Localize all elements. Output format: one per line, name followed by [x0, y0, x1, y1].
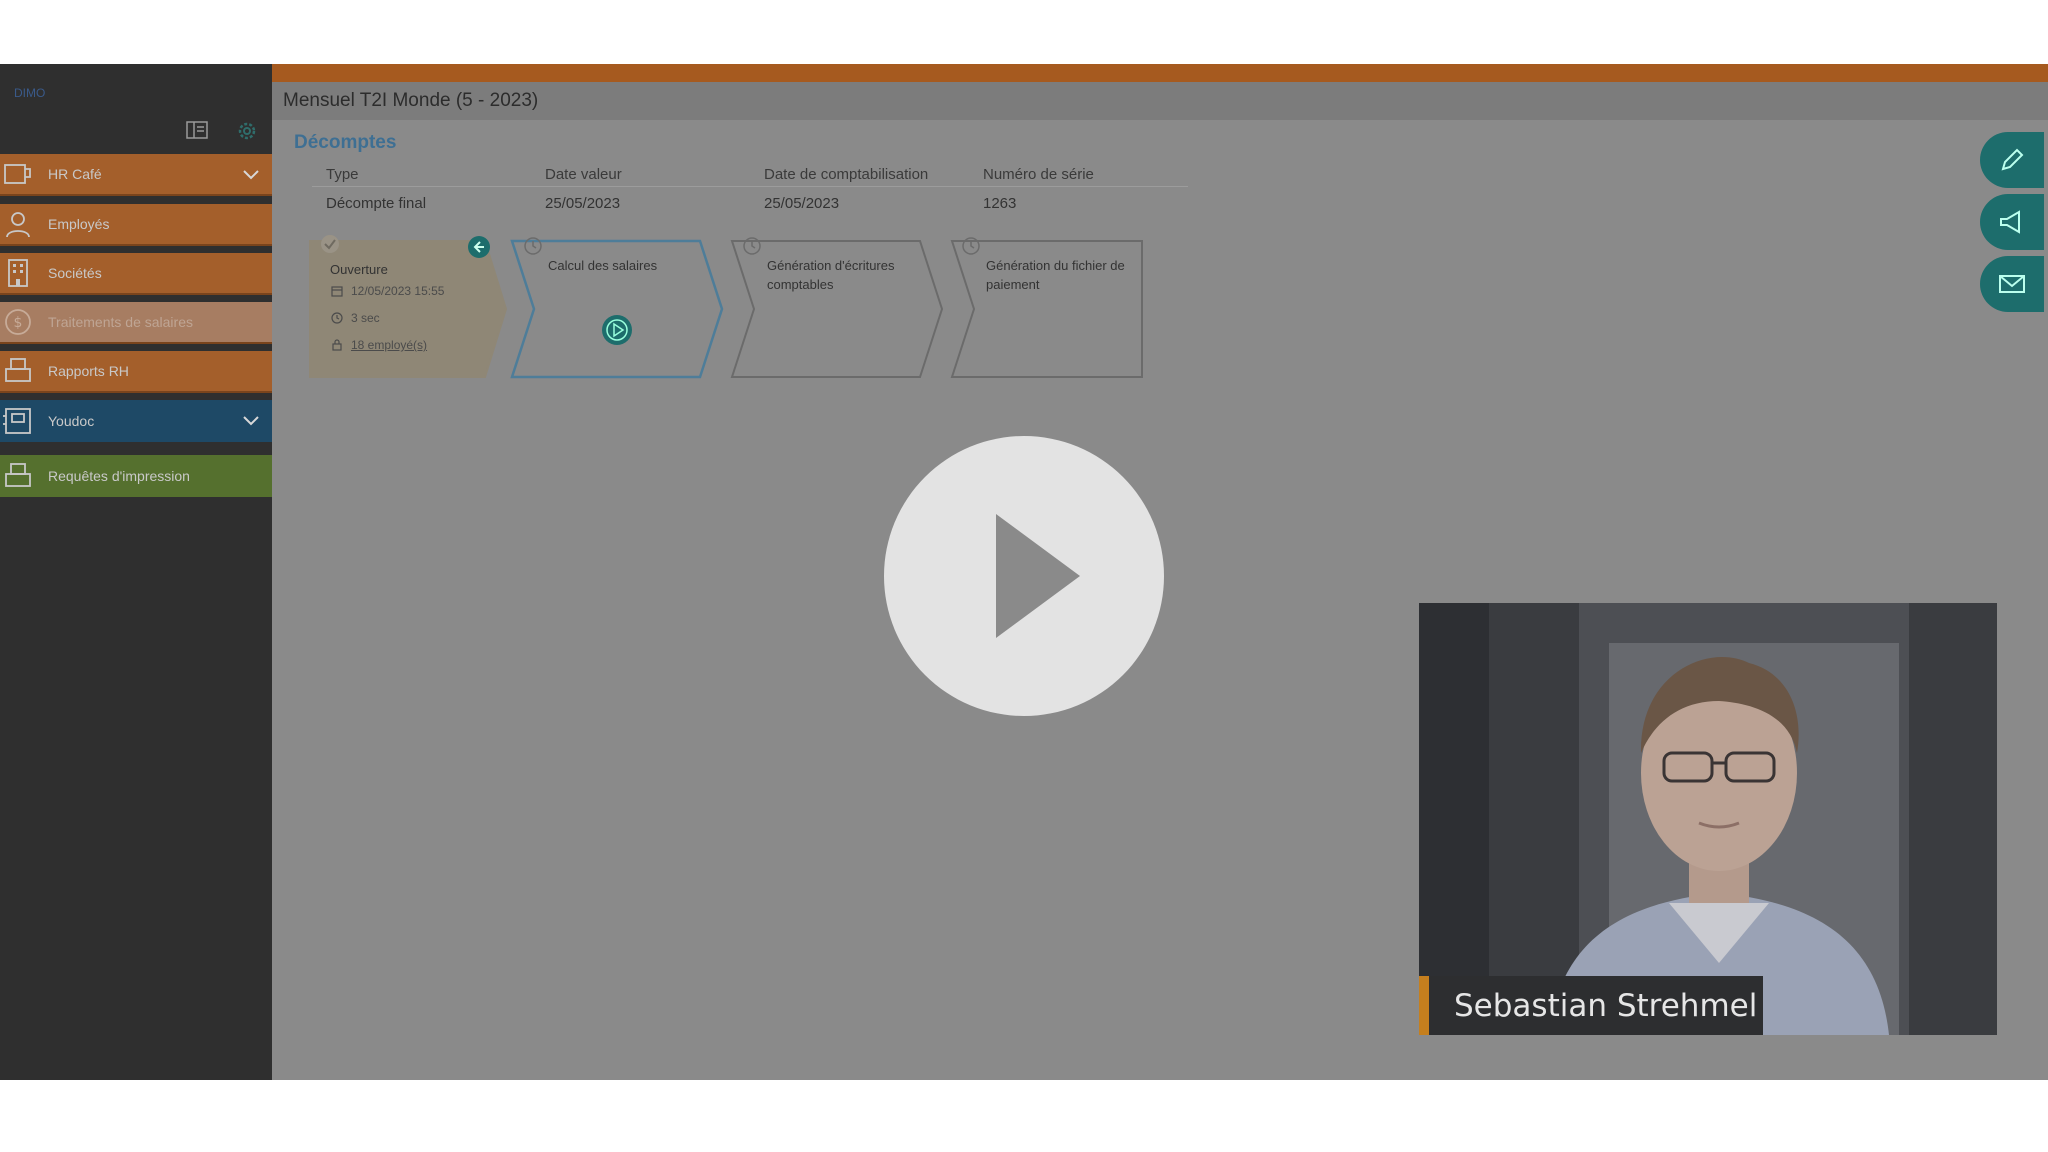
column-header: Date valeur [545, 166, 622, 183]
sidebar-item-label: Employés [48, 216, 110, 232]
megaphone-icon [2000, 210, 2020, 234]
name-tag-accent [1419, 976, 1429, 1035]
top-accent-bar [272, 64, 2048, 82]
check-icon [320, 234, 340, 254]
play-video-button[interactable] [884, 436, 1164, 716]
workflow-step-ecritures-comptables[interactable]: Génération d'écritures comptables [767, 256, 927, 294]
opening-duration: 3 sec [331, 311, 380, 325]
sidebar-item-label: Requêtes d'impression [48, 468, 190, 484]
sidebar-item-youdoc[interactable]: Youdoc [0, 400, 272, 442]
sidebar-item-hr-cafe[interactable]: HR Café [0, 154, 272, 196]
table-cell[interactable]: 1263 [983, 195, 1016, 212]
sidebar-item-rapports-rh[interactable]: Rapports RH [0, 351, 272, 393]
column-header: Date de comptabilisation [764, 166, 929, 183]
edit-button[interactable] [1980, 132, 2044, 188]
presenter-name-tag: Sebastian Strehmel [1419, 976, 1763, 1035]
opening-employees[interactable]: 18 employé(s) [331, 338, 427, 352]
pencil-icon [2001, 148, 2024, 171]
sidebar: DIMO HR Café Employés Sociétés $ Traitem… [0, 64, 272, 1080]
svg-text:$: $ [14, 315, 23, 331]
printer-icon [2, 355, 34, 387]
sidebar-item-label: Sociétés [48, 265, 102, 281]
document-icon [2, 405, 34, 437]
sidebar-item-employes[interactable]: Employés [0, 204, 272, 246]
clock-icon [742, 236, 762, 256]
page-title: Mensuel T2I Monde (5 - 2023) [283, 90, 539, 111]
user-icon [2, 208, 34, 240]
play-icon [996, 514, 1080, 638]
play-step-button[interactable] [601, 314, 633, 346]
coffee-icon [2, 158, 34, 190]
sidebar-item-societes[interactable]: Sociétés [0, 253, 272, 295]
chevron-down-icon[interactable] [230, 400, 272, 442]
table-cell[interactable]: Décompte final [326, 195, 426, 212]
sidebar-item-label: Youdoc [48, 413, 95, 429]
table-cell[interactable]: 25/05/2023 [545, 195, 620, 212]
column-header: Numéro de série [983, 166, 1094, 183]
calendar-icon [331, 286, 343, 297]
sidebar-item-label: Rapports RH [48, 363, 129, 379]
opening-duration-value: 3 sec [351, 311, 380, 325]
collapse-sidebar-icon[interactable] [186, 120, 208, 140]
workflow-step-calcul-salaires[interactable]: Calcul des salaires [548, 256, 708, 275]
presenter-webcam: Sebastian Strehmel [1419, 603, 1997, 1035]
opening-datetime: 12/05/2023 15:55 [331, 284, 444, 298]
clock-icon [523, 236, 543, 256]
sidebar-item-traitements-de-salaires[interactable]: $ Traitements de salaires [0, 302, 272, 344]
lock-icon [332, 339, 342, 351]
brand-logo: DIMO [14, 86, 46, 100]
clock-icon [961, 236, 981, 256]
sidebar-item-label: Traitements de salaires [48, 314, 193, 330]
chevron-down-icon[interactable] [230, 154, 272, 196]
title-bar: Mensuel T2I Monde (5 - 2023) [272, 82, 2048, 120]
presenter-video-image [1419, 603, 1997, 1035]
workflow-arrows [309, 239, 1143, 379]
divider [312, 186, 1188, 187]
building-icon [2, 257, 34, 289]
employees-link[interactable]: 18 employé(s) [351, 338, 427, 352]
video-frame[interactable]: DIMO HR Café Employés Sociétés $ Traitem… [0, 64, 2048, 1080]
sidebar-item-label: HR Café [48, 166, 102, 182]
table-cell[interactable]: 25/05/2023 [764, 195, 839, 212]
gear-icon[interactable] [236, 120, 258, 142]
printer-icon [2, 460, 34, 492]
opening-datetime-value: 12/05/2023 15:55 [351, 284, 445, 298]
workflow-step-ouverture: Ouverture [330, 262, 388, 277]
sidebar-item-requetes-impression[interactable]: Requêtes d'impression [0, 455, 272, 497]
back-arrow-icon[interactable] [467, 235, 491, 259]
column-header: Type [326, 166, 359, 183]
clock-icon [331, 312, 343, 324]
mail-button[interactable] [1980, 256, 2044, 312]
presenter-name: Sebastian Strehmel [1454, 987, 1758, 1024]
mail-icon [1999, 275, 2025, 293]
section-title: Décomptes [294, 132, 397, 153]
workflow-step-fichier-paiement[interactable]: Génération du fichier de paiement [986, 256, 1146, 294]
announcement-button[interactable] [1980, 194, 2044, 250]
dollar-icon: $ [2, 306, 34, 338]
